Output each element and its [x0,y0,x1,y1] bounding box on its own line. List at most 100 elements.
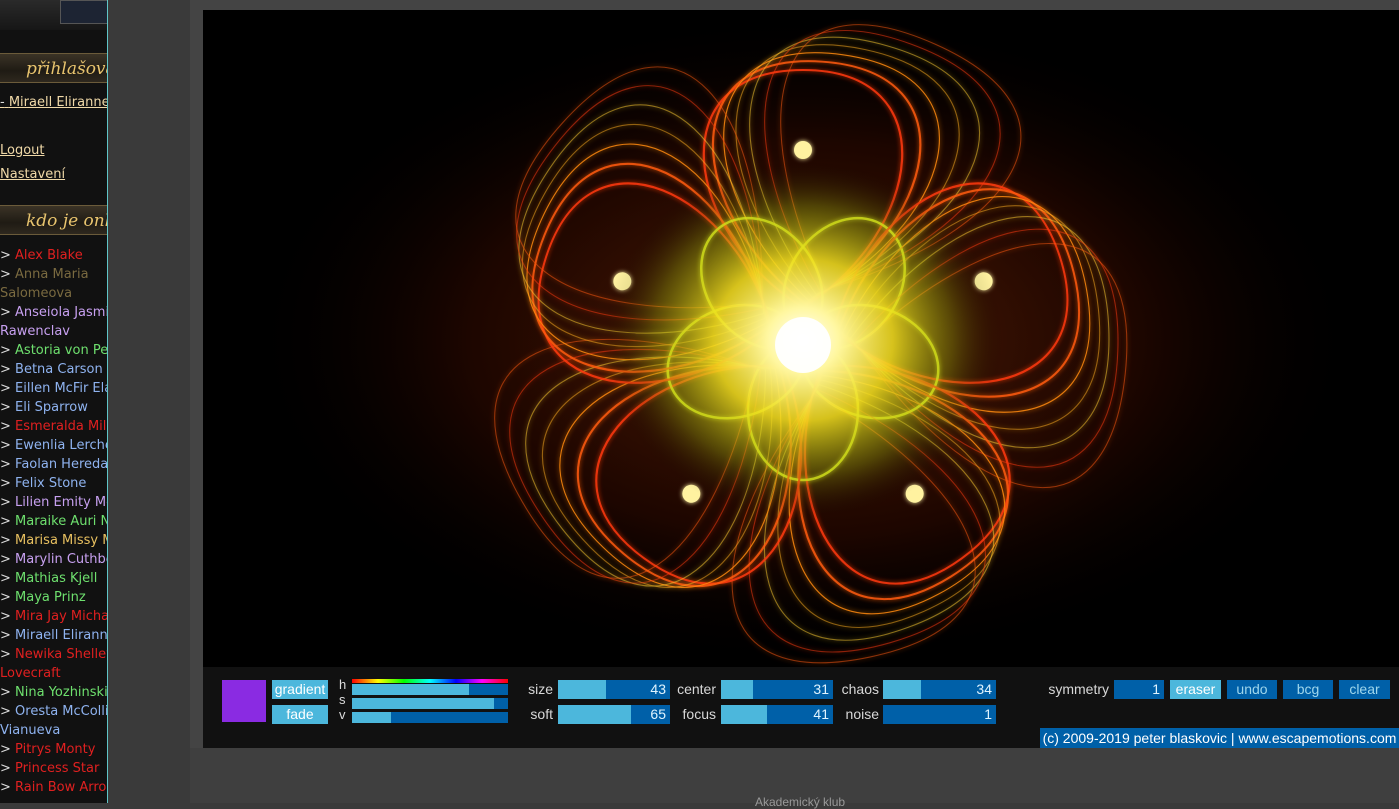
soft-label: soft [530,706,553,722]
online-user[interactable]: > Newika Shelley [0,645,107,664]
online-user[interactable]: > Maya Prinz [0,588,107,607]
login-heading: přihlašova [0,53,107,83]
online-user[interactable]: Vianueva [0,721,107,740]
online-user[interactable]: > Ewenlia Lerche [0,436,107,455]
user-bullet: > [0,571,16,586]
noise-label: noise [845,706,879,722]
online-user-name: Oresta McCollin [15,704,107,719]
size-slider[interactable]: 43 [558,680,670,699]
online-user[interactable]: > Mathias Kjell [0,569,107,588]
online-user-name: Faolan Heredan [15,457,107,472]
online-user-name: Lilien Emity Meis [15,495,107,510]
online-user-name: Newika Shelley [15,647,107,662]
online-user[interactable]: > Anna Maria [0,265,107,284]
online-user[interactable]: > Eillen McFir Elat [0,379,107,398]
online-user[interactable]: > Rain Bow Arrow [0,778,107,797]
user-bullet: > [0,761,16,776]
size-slider-fill [558,680,607,699]
online-user-name: Eli Sparrow [15,400,88,415]
online-user[interactable]: Rawenclav [0,322,107,341]
user-bullet: > [0,305,16,320]
user-bullet: > [0,400,16,415]
sidebar: přihlašova - Miraell Eliranne - Logout N… [0,0,108,803]
center-slider[interactable]: 31 [721,680,833,699]
chaos-slider[interactable]: 34 [883,680,996,699]
online-user[interactable]: > Astoria von Pens [0,341,107,360]
online-user-name: Ewenlia Lerche [15,438,107,453]
online-user[interactable]: > Alex Blake [0,246,107,265]
online-user-name: Alex Blake [15,248,83,263]
settings-link[interactable]: Nastavení [0,167,65,182]
online-user[interactable]: > Nina Yozhinski [0,683,107,702]
online-user[interactable]: > Oresta McCollin [0,702,107,721]
noise-value: 1 [984,706,992,722]
eraser-button[interactable]: eraser [1170,680,1221,699]
user-bullet: > [0,685,16,700]
user-bullet: > [0,742,16,757]
online-user-name: Lovecraft [0,666,61,681]
current-user-link[interactable]: Miraell Eliranne [9,95,107,110]
user-bullet: > [0,704,16,719]
clear-button[interactable]: clear [1339,680,1390,699]
online-user-name: Pitrys Monty [15,742,96,757]
online-user[interactable]: Salomeova [0,284,107,303]
logout-link[interactable]: Logout [0,143,45,158]
online-user-name: Esmeralda Milag [15,419,107,434]
soft-slider[interactable]: 65 [558,705,670,724]
online-user-name: Vianueva [0,723,61,738]
user-bullet: > [0,552,16,567]
online-heading: kdo je onli [0,205,107,235]
drawing-canvas[interactable] [203,10,1399,670]
hue-label: h [339,677,347,692]
focus-value: 41 [813,706,829,722]
hue-slider-fill [352,684,469,695]
user-bullet: > [0,647,16,662]
copyright-link[interactable]: (c) 2009-2019 peter blaskovic | www.esca… [1040,728,1399,748]
user-bullet: > [0,457,16,472]
value-slider[interactable] [352,712,508,723]
online-user[interactable]: > Princess Star [0,759,107,778]
hue-spectrum [352,679,508,683]
soft-slider-fill [558,705,631,724]
online-user[interactable]: > Pitrys Monty [0,740,107,759]
focus-slider[interactable]: 41 [721,705,833,724]
center-slider-fill [721,680,754,699]
online-user[interactable]: > Lilien Emity Meis [0,493,107,512]
online-user-name: Anseiola Jasmis [15,305,107,320]
online-user[interactable]: > Marisa Missy Mo [0,531,107,550]
online-user[interactable]: > Eli Sparrow [0,398,107,417]
online-user[interactable]: > Mira Jay Michael [0,607,107,626]
gradient-button[interactable]: gradient [272,680,328,699]
online-user[interactable]: Lovecraft [0,664,107,683]
online-user-list: > Alex Blake > Anna Maria Salomeova > Ansei… [0,246,107,797]
online-user[interactable]: > Anseiola Jasmis [0,303,107,322]
chaos-value: 34 [976,681,992,697]
online-user[interactable]: > Faolan Heredan [0,455,107,474]
current-user-line: - Miraell Eliranne - [0,95,107,110]
value-label: v [339,707,346,722]
online-user[interactable]: > Miraell Eliranne [0,626,107,645]
color-swatch[interactable] [222,680,266,722]
fade-button[interactable]: fade [272,705,328,724]
online-user[interactable]: > Marylin Cuthbert [0,550,107,569]
undo-button[interactable]: undo [1227,680,1277,699]
online-user-name: Salomeova [0,286,73,301]
online-user-name: Eillen McFir Elat [15,381,107,396]
online-user[interactable]: > Betna Carson [0,360,107,379]
symmetry-input[interactable]: 1 [1114,680,1164,699]
online-user[interactable]: > Felix Stone [0,474,107,493]
online-user-name: Princess Star [15,761,100,776]
user-bullet: > [0,419,16,434]
bcg-button[interactable]: bcg [1283,680,1333,699]
noise-slider[interactable]: 1 [883,705,996,724]
hue-slider[interactable] [352,684,508,695]
sidebar-top-frame [0,0,107,30]
online-user-name: Rawenclav [0,324,71,339]
online-user[interactable]: > Maraike Auri Nor [0,512,107,531]
online-user-name: Astoria von Pens [15,343,107,358]
online-user[interactable]: > Esmeralda Milag [0,417,107,436]
saturation-slider[interactable] [352,698,508,709]
user-bullet: > [0,780,16,795]
fractal-artwork [203,10,1399,670]
online-user-name: Miraell Eliranne [15,628,107,643]
